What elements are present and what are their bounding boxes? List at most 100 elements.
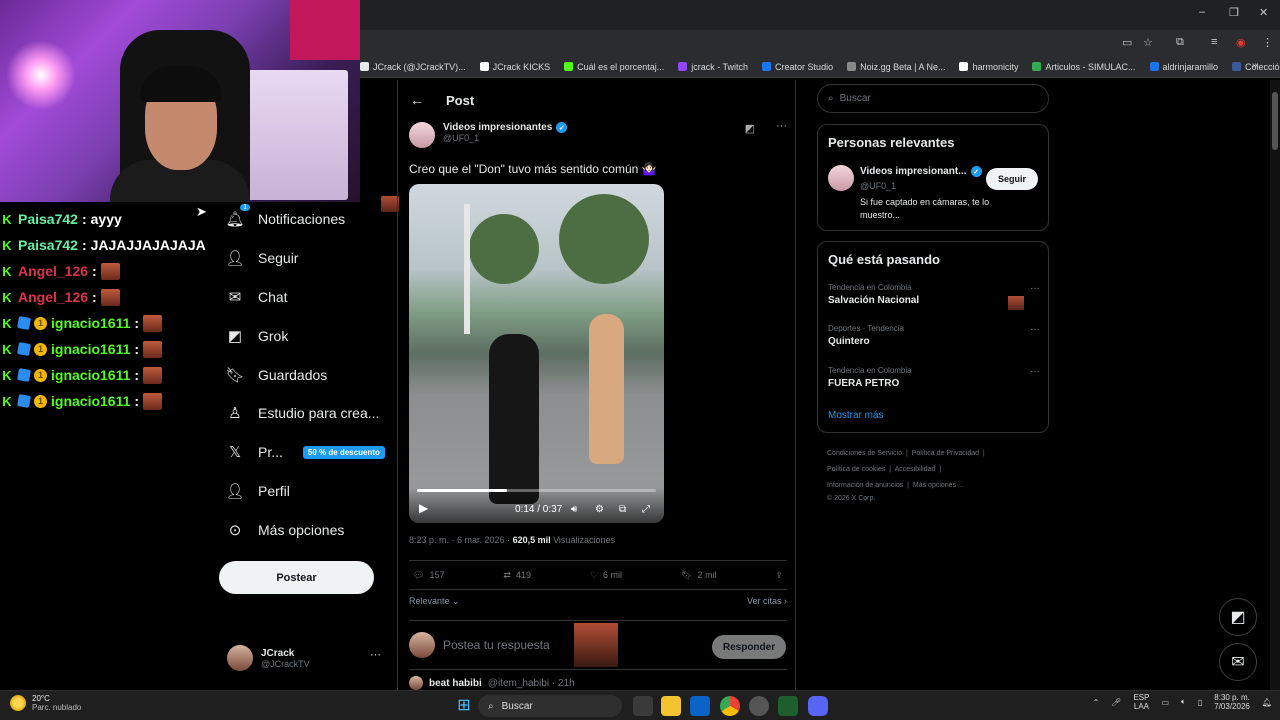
bookmark-item[interactable]: Articulos - SIMULAC... — [1032, 62, 1136, 72]
follow-button[interactable]: Seguir — [986, 168, 1038, 190]
nav-notifications-label: Notificaciones — [258, 211, 346, 228]
terminal-icon[interactable] — [778, 696, 798, 716]
restore-icon[interactable]: ❐ — [1229, 6, 1239, 19]
minimize-icon[interactable]: – — [1199, 6, 1205, 18]
bookmark-item[interactable]: Cuál es el porcentaj... — [564, 62, 664, 72]
bookmark-item[interactable]: JCrack KICKS — [479, 62, 550, 72]
nav-studio[interactable]: ♙ Estudio para crea... — [218, 394, 393, 433]
fullscreen-icon[interactable]: ⤢ — [642, 504, 650, 515]
bookmark-item[interactable]: aldrinjaramillo — [1149, 62, 1218, 72]
chrome-icon[interactable] — [720, 696, 740, 716]
sort-dropdown[interactable]: Relevante ⌄ — [409, 596, 460, 607]
profile-icon[interactable]: ◉ — [1236, 36, 1246, 49]
repost-icon: ⇄ — [503, 569, 511, 580]
battery-icon[interactable]: ▯ — [1198, 698, 1202, 707]
trend-item[interactable]: Tendencia en Colombia Salvación Nacional… — [828, 283, 1040, 310]
network-icon[interactable]: ▭ — [1161, 698, 1169, 707]
view-quotes-link[interactable]: Ver citas › — [747, 596, 787, 606]
volume-icon[interactable]: 🔈︎ — [1181, 697, 1186, 707]
file-explorer-icon[interactable] — [661, 696, 681, 716]
author-avatar[interactable] — [409, 122, 435, 148]
menu-icon[interactable]: ⋮ — [1262, 36, 1273, 49]
nav-saved[interactable]: 🔖︎ Guardados — [218, 355, 393, 394]
messages-fab[interactable]: ✉ — [1219, 643, 1257, 681]
chat-emote — [100, 262, 120, 280]
chat-username: Angel_126 — [18, 263, 89, 279]
star-icon[interactable]: ☆ — [1143, 36, 1153, 49]
trend-item[interactable]: Tendencia en Colombia FUERA PETRO ··· — [828, 366, 1040, 389]
next-reply-preview[interactable]: beat habibi @item_habibi · 21h — [409, 676, 787, 690]
close-icon[interactable]: ✕ — [1259, 6, 1268, 19]
nav-profile[interactable]: 👤︎ Perfil — [218, 472, 393, 511]
nav-premium[interactable]: 𝕏 Pr... 50 % de descuento — [218, 433, 393, 472]
taskbar-search[interactable]: ⌕ Buscar — [478, 695, 622, 717]
volume-icon[interactable]: 🔊︎ — [571, 504, 577, 515]
task-view-icon[interactable] — [633, 696, 653, 716]
page-scrollbar[interactable] — [1270, 80, 1280, 690]
scroll-thumb[interactable] — [1272, 92, 1278, 150]
microphone-icon[interactable]: 🎤︎ — [1111, 698, 1121, 707]
trend-item[interactable]: Deportes · Tendencia Quintero ··· — [828, 324, 1040, 347]
footer-link[interactable]: Más opciones ... — [913, 482, 964, 489]
show-more-link[interactable]: Mostrar más — [828, 410, 884, 421]
settings-icon[interactable]: ⚙ — [595, 504, 604, 515]
bookmark-item[interactable]: jcrack - Twitch — [678, 62, 748, 72]
bookmark-item[interactable]: Noiz.gg Beta | A Ne... — [847, 62, 945, 72]
like-action[interactable]: ♡ 6 mil — [590, 570, 622, 581]
repost-action[interactable]: ⇄ 419 — [503, 570, 531, 581]
video-progress-track[interactable] — [417, 489, 656, 492]
play-icon[interactable]: ▶ — [419, 501, 428, 515]
pip-icon[interactable]: ⧉ — [619, 504, 626, 515]
grok-explain-icon[interactable]: ◩ — [745, 122, 755, 135]
bookmark-action[interactable]: 🔖︎ 2 mil — [681, 570, 716, 581]
footer-link[interactable]: Accesibilidad — [895, 466, 936, 473]
notification-bell-icon[interactable]: 🔔︎ — [1262, 698, 1272, 707]
post-more-icon[interactable]: ··· — [776, 120, 787, 132]
search-input[interactable]: ⌕ Buscar — [817, 84, 1049, 113]
envelope-icon: ✉ — [1231, 654, 1245, 671]
post-timestamp[interactable]: 8:23 p. m. · 6 mar. 2026 · — [409, 535, 513, 545]
reply-input[interactable]: Postea tu respuesta — [443, 638, 550, 652]
nav-more[interactable]: ⊙ Más opciones — [218, 510, 393, 549]
share-action[interactable]: ⇪ — [775, 570, 783, 581]
bookmark-item[interactable]: Creator Studio — [762, 62, 833, 72]
nav-notifications[interactable]: 🔔︎ 1 Notificaciones — [218, 200, 393, 239]
bookmark-item[interactable]: JCrack (@JCrackTV)... — [360, 62, 466, 72]
relevant-name[interactable]: Videos impresionant... — [860, 166, 967, 177]
account-switcher[interactable]: JCrack @JCrackTV ··· — [227, 643, 387, 673]
obs-icon[interactable] — [749, 696, 769, 716]
discord-icon[interactable] — [808, 696, 828, 716]
account-more-icon[interactable]: ··· — [370, 649, 381, 661]
nav-follow[interactable]: 👤︎ Seguir — [218, 239, 393, 278]
trend-more-icon[interactable]: ··· — [1030, 283, 1040, 294]
coin-badge-icon: 1 — [34, 368, 47, 382]
grok-fab[interactable]: ◩ — [1219, 598, 1257, 636]
language-indicator[interactable]: ESP LAA — [1133, 693, 1149, 711]
author-name[interactable]: Videos impresionantes — [443, 122, 552, 133]
footer-link[interactable]: Política de cookies — [827, 466, 885, 473]
trend-more-icon[interactable]: ··· — [1030, 324, 1040, 335]
trend-more-icon[interactable]: ··· — [1030, 366, 1040, 377]
bookmark-item[interactable]: harmonicity — [959, 62, 1018, 72]
outlook-icon[interactable] — [690, 696, 710, 716]
cast-icon[interactable]: ▭ — [1122, 36, 1132, 49]
post-button[interactable]: Postear — [219, 561, 374, 594]
reply-action[interactable]: 💬︎ 157 — [413, 570, 444, 581]
cube-badge-icon — [17, 394, 31, 408]
more-bookmarks-icon[interactable]: » — [1252, 60, 1258, 71]
back-arrow-icon[interactable]: ← — [410, 92, 424, 108]
extensions-icon[interactable]: ⧉ — [1176, 36, 1184, 49]
chevron-up-icon[interactable]: ⌃ — [1093, 698, 1100, 707]
post-video[interactable]: ▶ 0:14 / 0:37 🔊︎ ⚙ ⧉ ⤢ — [409, 184, 664, 523]
footer-link[interactable]: Política de Privacidad — [912, 450, 979, 457]
nav-chat[interactable]: ✉ Chat — [218, 278, 393, 317]
weather-widget[interactable]: 20°C Parc. nublado — [10, 694, 81, 712]
clock[interactable]: 8:30 p. m. 7/03/2026 — [1214, 693, 1250, 711]
media-icon[interactable]: ≡ — [1211, 36, 1217, 48]
footer-link[interactable]: Información de anuncios — [827, 482, 903, 489]
footer-link[interactable]: Condiciones de Servicio — [827, 450, 902, 457]
reply-button[interactable]: Responder — [712, 635, 786, 659]
start-icon[interactable]: ⊞ — [454, 696, 474, 716]
relevant-avatar[interactable] — [828, 165, 854, 191]
nav-grok[interactable]: ◩ Grok — [218, 316, 393, 355]
